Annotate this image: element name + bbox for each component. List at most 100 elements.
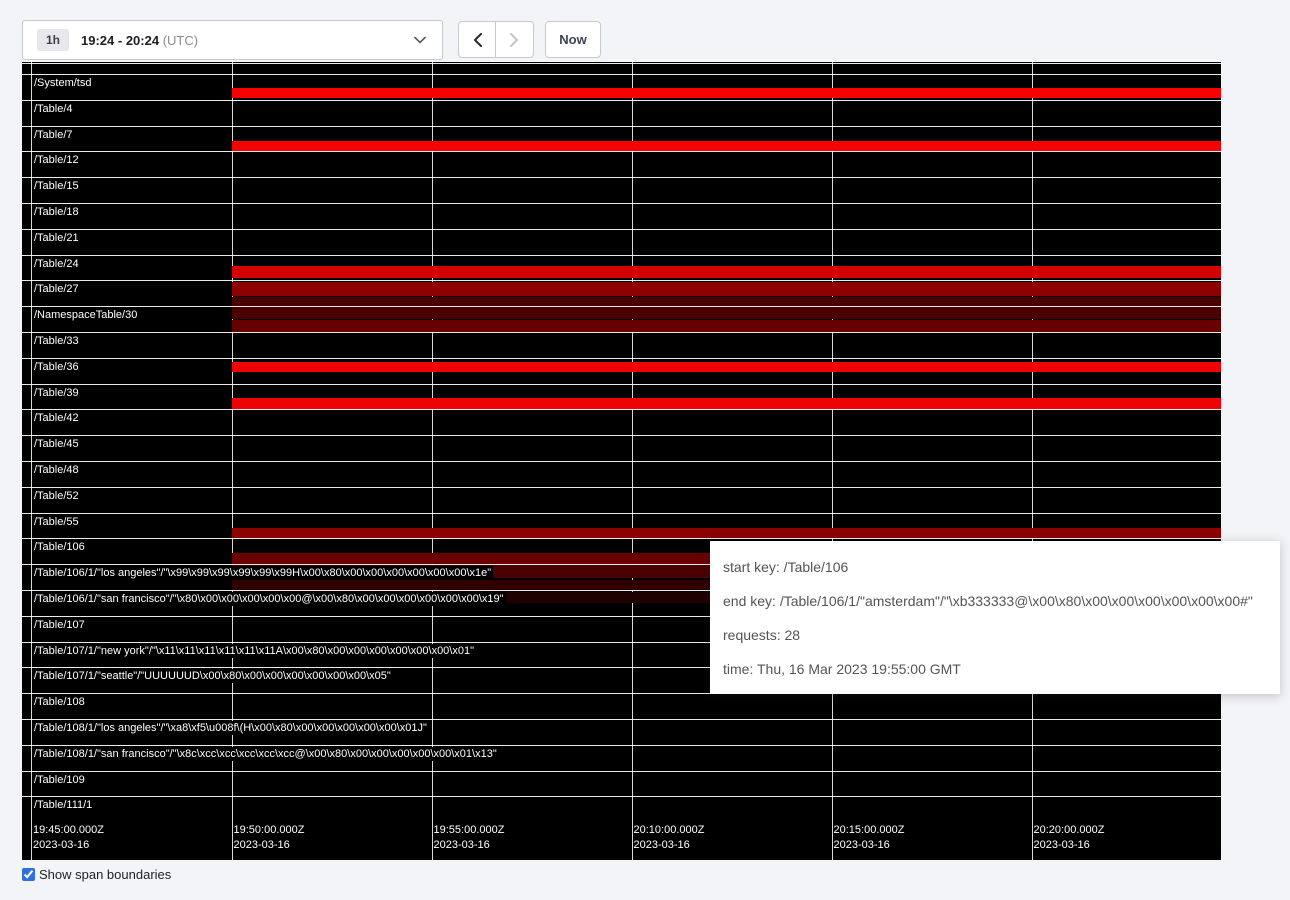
- span-boundary-line: [22, 126, 1221, 127]
- key-span-label: /Table/106: [32, 540, 87, 554]
- time-range-select[interactable]: 1h 19:24 - 20:24 (UTC): [22, 20, 443, 60]
- span-boundary-line: [22, 255, 1221, 256]
- chevron-right-icon: [510, 33, 519, 47]
- tick-date: 2023-03-16: [634, 838, 705, 853]
- key-visualizer-canvas[interactable]: /System/tsd/Table/4/Table/7/Table/12/Tab…: [22, 62, 1221, 860]
- key-span-label: /Table/107: [32, 618, 87, 632]
- timezone-label: (UTC): [163, 33, 198, 48]
- time-range-label: 19:24 - 20:24 (UTC): [81, 33, 198, 48]
- span-boundary-line: [22, 796, 1221, 797]
- key-span-label: /System/tsd: [32, 76, 93, 90]
- key-span-label: /Table/108/1/"los angeles"/"\xa8\xf5\u00…: [32, 721, 429, 735]
- tick-time: 19:55:00.000Z: [434, 823, 505, 838]
- key-span-label: /Table/52: [32, 489, 81, 503]
- tooltip-time: time: Thu, 16 Mar 2023 19:55:00 GMT: [723, 652, 1267, 686]
- key-span-label: /Table/24: [32, 257, 81, 271]
- span-boundary-line: [22, 358, 1221, 359]
- time-range-value: 19:24 - 20:24: [81, 33, 159, 48]
- tick-date: 2023-03-16: [834, 838, 905, 853]
- chevron-down-icon: [414, 36, 426, 44]
- x-axis-tick: 20:20:00.000Z2023-03-16: [1034, 823, 1105, 853]
- key-span-label: /Table/108: [32, 695, 87, 709]
- heat-band[interactable]: [232, 362, 1221, 372]
- key-span-label: /Table/27: [32, 282, 81, 296]
- x-axis-tick: 19:45:00.000Z2023-03-16: [33, 823, 104, 853]
- key-span-label: /Table/15: [32, 179, 81, 193]
- bucket-tooltip: start key: /Table/106 end key: /Table/10…: [710, 541, 1280, 694]
- tick-time: 19:50:00.000Z: [234, 823, 305, 838]
- key-span-label: /Table/48: [32, 463, 81, 477]
- prev-range-button[interactable]: [458, 21, 496, 58]
- chevron-left-icon: [473, 33, 482, 47]
- span-boundary-line: [22, 203, 1221, 204]
- tick-date: 2023-03-16: [234, 838, 305, 853]
- span-boundary-line: [22, 100, 1221, 101]
- key-span-label: /Table/108/1/"san francisco"/"\x8c\xcc\x…: [32, 747, 499, 761]
- show-span-boundaries-control[interactable]: Show span boundaries: [22, 867, 171, 882]
- span-boundary-line: [22, 332, 1221, 333]
- heat-band[interactable]: [232, 320, 1221, 332]
- key-span-label: /Table/45: [32, 437, 81, 451]
- key-span-label: /Table/7: [32, 128, 75, 142]
- span-boundary-line: [22, 306, 1221, 307]
- span-boundary-line: [22, 745, 1221, 746]
- time-nav-group: [458, 21, 534, 58]
- key-span-label: /Table/12: [32, 153, 81, 167]
- tick-date: 2023-03-16: [434, 838, 505, 853]
- key-span-label: /Table/42: [32, 411, 81, 425]
- x-axis-tick: 19:55:00.000Z2023-03-16: [434, 823, 505, 853]
- span-boundary-line: [22, 513, 1221, 514]
- show-span-boundaries-checkbox[interactable]: [22, 868, 35, 881]
- tooltip-start-key: start key: /Table/106: [723, 550, 1267, 584]
- span-boundary-line: [22, 771, 1221, 772]
- span-boundary-line: [22, 177, 1221, 178]
- key-span-label: /Table/106/1/"san francisco"/"\x80\x00\x…: [32, 592, 506, 606]
- tick-date: 2023-03-16: [33, 838, 104, 853]
- span-boundary-line: [22, 384, 1221, 385]
- key-span-label: /Table/106/1/"los angeles"/"\x99\x99\x99…: [32, 566, 493, 580]
- heat-band[interactable]: [232, 528, 1221, 538]
- span-boundary-line: [22, 538, 1221, 539]
- span-boundary-line: [22, 280, 1221, 281]
- span-boundary-line: [22, 461, 1221, 462]
- span-boundary-line: [22, 487, 1221, 488]
- key-span-label: /Table/18: [32, 205, 81, 219]
- key-span-label: /Table/4: [32, 102, 75, 116]
- span-boundary-line: [22, 409, 1221, 410]
- heat-band[interactable]: [232, 282, 1221, 296]
- span-boundary-line: [22, 435, 1221, 436]
- tooltip-requests: requests: 28: [723, 618, 1267, 652]
- key-span-label: /NamespaceTable/30: [32, 308, 139, 322]
- show-span-boundaries-label: Show span boundaries: [39, 867, 171, 882]
- heat-band[interactable]: [232, 398, 1221, 409]
- heat-band[interactable]: [232, 266, 1221, 278]
- x-axis-tick: 20:15:00.000Z2023-03-16: [834, 823, 905, 853]
- tick-date: 2023-03-16: [1034, 838, 1105, 853]
- key-span-label: /Table/21: [32, 231, 81, 245]
- x-axis-tick: 20:10:00.000Z2023-03-16: [634, 823, 705, 853]
- heat-band[interactable]: [232, 141, 1221, 151]
- span-boundary-line: [22, 229, 1221, 230]
- heat-band[interactable]: [232, 88, 1221, 98]
- key-span-label: /Table/36: [32, 360, 81, 374]
- key-span-label: /Table/107/1/"new york"/"\x11\x11\x11\x1…: [32, 644, 476, 658]
- span-boundary-line: [22, 719, 1221, 720]
- tick-time: 20:15:00.000Z: [834, 823, 905, 838]
- key-span-label: /Table/39: [32, 386, 81, 400]
- key-span-label: /Table/111/1: [32, 798, 94, 812]
- span-boundary-line: [22, 63, 1221, 64]
- now-button[interactable]: Now: [545, 21, 601, 58]
- key-span-label: /Table/33: [32, 334, 81, 348]
- span-boundary-line: [22, 74, 1221, 75]
- heat-band[interactable]: [232, 297, 1221, 319]
- key-span-label: /Table/107/1/"seattle"/"UUUUUUD\x00\x80\…: [32, 669, 393, 683]
- duration-badge: 1h: [37, 29, 69, 51]
- span-boundary-line: [22, 151, 1221, 152]
- next-range-button[interactable]: [496, 21, 534, 58]
- x-axis-tick: 19:50:00.000Z2023-03-16: [234, 823, 305, 853]
- key-span-label: /Table/109: [32, 773, 87, 787]
- tick-time: 20:10:00.000Z: [634, 823, 705, 838]
- tick-time: 20:20:00.000Z: [1034, 823, 1105, 838]
- tick-time: 19:45:00.000Z: [33, 823, 104, 838]
- tooltip-end-key: end key: /Table/106/1/"amsterdam"/"\xb33…: [723, 584, 1267, 618]
